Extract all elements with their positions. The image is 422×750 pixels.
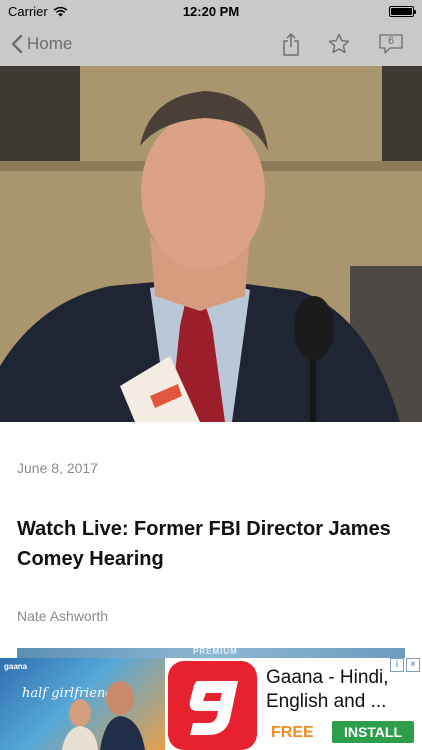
article-title: Watch Live: Former FBI Director James Co… bbox=[17, 518, 391, 570]
share-button[interactable] bbox=[282, 32, 300, 56]
back-label: Home bbox=[27, 34, 73, 53]
article-author: Nate Ashworth bbox=[17, 608, 109, 624]
gaana-g-icon bbox=[189, 681, 238, 735]
article-hero-image bbox=[0, 66, 422, 422]
ad-poster-image[interactable]: gaana half girlfriend bbox=[0, 658, 165, 750]
status-time: 12:20 PM bbox=[182, 3, 240, 19]
favorite-button[interactable] bbox=[328, 33, 350, 55]
ad-poster-art bbox=[62, 681, 145, 750]
nav-actions: 6 bbox=[282, 32, 422, 56]
ad-app-icon[interactable] bbox=[168, 661, 257, 750]
comment-count: 6 bbox=[387, 35, 395, 47]
comments-button[interactable]: 6 bbox=[378, 33, 404, 55]
ad-banner[interactable]: gaana half girlfriend Gaana - Hindi, Eng… bbox=[0, 658, 422, 750]
ad-choices: i × bbox=[390, 658, 420, 672]
battery-icon bbox=[389, 5, 416, 17]
article: June 8, 2017 Watch Live: Former FBI Dire… bbox=[0, 422, 422, 658]
status-left: Carrier bbox=[8, 4, 68, 19]
inline-ad-banner[interactable]: PREMIUM bbox=[17, 648, 405, 658]
close-icon[interactable]: × bbox=[406, 658, 420, 672]
inline-ad-banner-text: PREMIUM bbox=[193, 648, 238, 656]
nav-bar: Home 6 bbox=[0, 22, 422, 66]
carrier-label: Carrier bbox=[8, 3, 48, 19]
install-button[interactable]: INSTALL bbox=[332, 721, 414, 743]
hero-photo bbox=[0, 66, 422, 422]
chevron-left-icon bbox=[11, 34, 23, 54]
ad-app-name: Gaana - Hindi, English and ... bbox=[266, 667, 389, 712]
battery-fill bbox=[391, 7, 412, 15]
star-icon bbox=[328, 33, 350, 54]
back-button[interactable]: Home bbox=[0, 34, 72, 54]
status-bar: Carrier 12:20 PM bbox=[0, 0, 422, 22]
ad-price: FREE bbox=[271, 724, 314, 741]
wifi-icon bbox=[53, 6, 68, 16]
share-icon bbox=[283, 32, 299, 56]
article-date: June 8, 2017 bbox=[17, 460, 98, 476]
info-icon[interactable]: i bbox=[390, 658, 404, 672]
